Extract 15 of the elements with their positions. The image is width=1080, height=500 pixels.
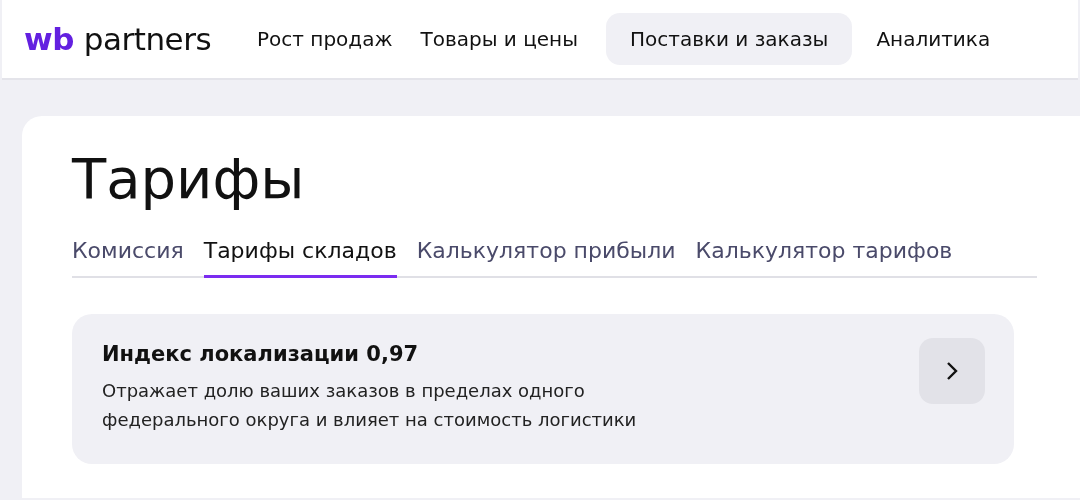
nav-link[interactable]: Товары и цены <box>420 13 578 65</box>
tab[interactable]: Тарифы складов <box>203 238 397 278</box>
nav-link[interactable]: Аналитика <box>876 13 991 65</box>
nav-link[interactable]: Поставки и заказы <box>605 13 853 65</box>
page-title: Тарифы <box>72 145 306 213</box>
nav-link[interactable]: Рост продаж <box>257 13 393 65</box>
card-title: Индекс локализации 0,97 <box>102 342 420 366</box>
tab[interactable]: Калькулятор тарифов <box>695 238 953 278</box>
logo-brand: wb <box>24 21 74 57</box>
logo-name: partners <box>83 21 212 57</box>
tab[interactable]: Калькулятор прибыли <box>416 238 676 278</box>
chevron-right-icon <box>945 360 959 382</box>
card-description: Отражает долю ваших заказов в пределах одного федерального округа и влияет на стоимость логистики <box>102 379 638 432</box>
next-button[interactable] <box>919 338 985 404</box>
tab[interactable]: Комиссия <box>72 238 184 278</box>
